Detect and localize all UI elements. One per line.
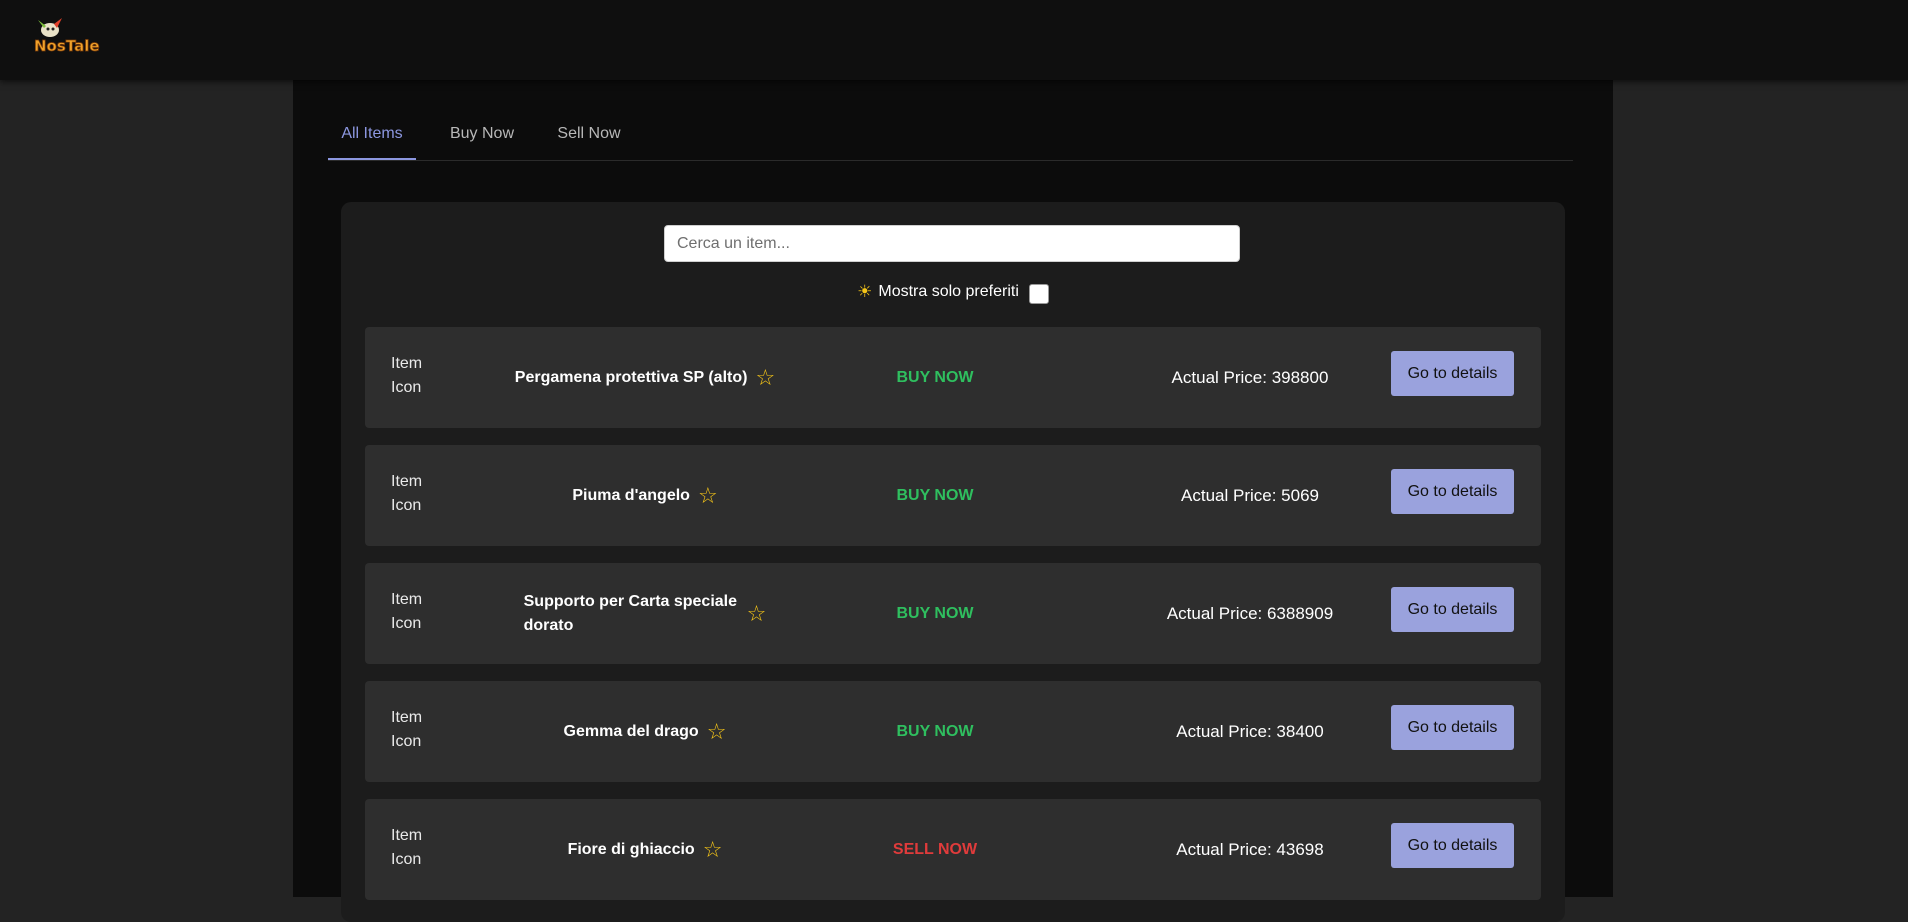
item-name-group: Piuma d'angelo ☆ [495,445,795,546]
item-icon-broken-image: Item Icon [391,709,423,750]
list-item: Item Icon Supporto per Carta speciale do… [365,563,1541,664]
item-price: Actual Price: 38400 [1176,722,1324,741]
item-name-group: Fiore di ghiaccio ☆ [495,799,795,900]
item-name: Piuma d'angelo [572,486,690,504]
items-panel: ☀ Mostra solo preferiti Item Icon Pergam… [341,202,1565,922]
go-to-details-button[interactable]: Go to details [1391,351,1514,396]
search-input[interactable] [664,225,1240,262]
item-price: Actual Price: 43698 [1176,840,1324,859]
item-name: Supporto per Carta speciale dorato [523,592,738,634]
list-item: Item Icon Piuma d'angelo ☆ BUY NOW Actua… [365,445,1541,546]
item-icon-broken-image: Item Icon [391,591,423,632]
item-name-group: Pergamena protettiva SP (alto) ☆ [495,327,795,428]
svg-text:NosTale: NosTale [34,37,100,55]
star-icon[interactable]: ☆ [703,838,723,861]
tab-buy-now[interactable]: Buy Now [442,110,522,158]
action-status: BUY NOW [896,605,974,622]
item-icon-broken-image: Item Icon [391,827,423,868]
item-price: Actual Price: 6388909 [1166,604,1334,623]
item-name: Pergamena protettiva SP (alto) [514,368,748,386]
favorites-filter: ☀ Mostra solo preferiti [341,280,1565,304]
item-price: Actual Price: 398800 [1171,368,1329,387]
list-item: Item Icon Fiore di ghiaccio ☆ SELL NOW A… [365,799,1541,900]
star-icon[interactable]: ☆ [755,366,775,389]
main-content: All Items Buy Now Sell Now ☀ Mostra solo… [293,80,1613,922]
star-icon[interactable]: ☆ [747,602,767,625]
item-name-group: Gemma del drago ☆ [495,681,795,782]
sun-icon: ☀ [857,282,873,301]
action-status: SELL NOW [892,841,978,858]
nostale-logo[interactable]: NosTale [32,18,104,58]
top-bar: NosTale [0,0,1908,80]
action-status: BUY NOW [896,487,974,504]
item-price: Actual Price: 5069 [1181,486,1319,505]
go-to-details-button[interactable]: Go to details [1391,823,1514,868]
list-item: Item Icon Gemma del drago ☆ BUY NOW Actu… [365,681,1541,782]
item-icon-broken-image: Item Icon [391,355,423,396]
favorites-checkbox[interactable] [1028,284,1049,304]
favorites-label: Mostra solo preferiti [878,283,1019,300]
item-name: Fiore di ghiaccio [567,840,695,858]
go-to-details-button[interactable]: Go to details [1391,587,1514,632]
item-list: Item Icon Pergamena protettiva SP (alto)… [365,327,1541,917]
item-icon-broken-image: Item Icon [391,473,423,514]
item-name: Gemma del drago [563,722,699,740]
item-name-group: Supporto per Carta speciale dorato ☆ [495,563,795,664]
go-to-details-button[interactable]: Go to details [1391,705,1514,750]
star-icon[interactable]: ☆ [707,720,727,743]
tab-all-items[interactable]: All Items [328,110,416,160]
tab-sell-now[interactable]: Sell Now [546,110,632,158]
action-status: BUY NOW [896,723,974,740]
go-to-details-button[interactable]: Go to details [1391,469,1514,514]
star-icon[interactable]: ☆ [698,484,718,507]
tab-bar: All Items Buy Now Sell Now [328,110,1573,161]
action-status: BUY NOW [896,369,974,386]
list-item: Item Icon Pergamena protettiva SP (alto)… [365,327,1541,428]
